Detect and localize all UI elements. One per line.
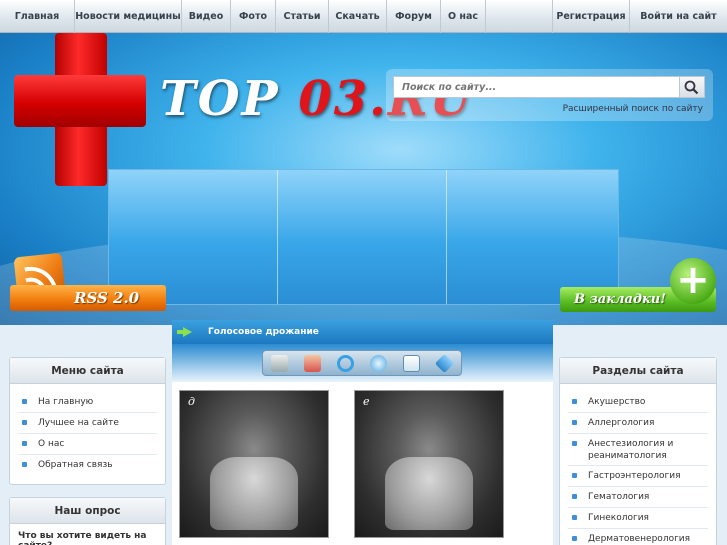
article-toolbar	[262, 350, 462, 376]
window-icon[interactable]	[403, 355, 420, 372]
menu-item-best[interactable]: Лучшее на сайте	[18, 413, 157, 434]
header-banner	[108, 169, 619, 305]
nav-medical-news[interactable]: Новости медицины	[75, 0, 182, 33]
nav-video[interactable]: Видео	[182, 0, 231, 33]
refresh-icon[interactable]	[337, 355, 354, 372]
advanced-search-link[interactable]: Расширенный поиск по сайту	[563, 104, 703, 114]
arrow-right-icon	[177, 327, 192, 337]
user-icon[interactable]	[304, 355, 321, 372]
photo-label: е	[363, 395, 370, 408]
search-icon	[684, 80, 699, 95]
print-icon[interactable]	[271, 355, 288, 372]
section-item[interactable]: Аллергология	[568, 413, 708, 434]
photo-hands	[384, 456, 474, 530]
site-menu-box: Меню сайта На главную Лучшее на сайте О …	[9, 357, 166, 485]
section-item[interactable]: Гастроэнтерология	[568, 466, 708, 487]
tag-icon[interactable]	[434, 353, 455, 374]
poll-box: Наш опрос Что вы хотите видеть на сайте?	[9, 497, 166, 545]
main-content: Голосовое дрожание д е	[172, 320, 553, 545]
article-toolbar-area	[172, 344, 553, 382]
photo-label: д	[188, 395, 195, 408]
article-title-bar: Голосовое дрожание	[172, 320, 553, 344]
menu-item-about[interactable]: О нас	[18, 434, 157, 455]
banner-cell	[278, 170, 447, 304]
nav-home[interactable]: Главная	[0, 0, 75, 33]
search-button[interactable]	[679, 76, 705, 98]
section-item[interactable]: Гематология	[568, 487, 708, 508]
section-item[interactable]: Анестезиология и реаниматология	[568, 434, 708, 466]
search-panel: Расширенный поиск по сайту	[386, 69, 713, 121]
photo-hands	[209, 456, 299, 530]
nav-photo[interactable]: Фото	[231, 0, 276, 33]
menu-item-feedback[interactable]: Обратная связь	[18, 455, 157, 476]
sections-box: Разделы сайта Акушерство Аллергология Ан…	[559, 357, 717, 545]
nav-download[interactable]: Скачать	[329, 0, 387, 33]
nav-about[interactable]: О нас	[441, 0, 486, 33]
logo-text-top: TOP	[160, 71, 299, 127]
section-item[interactable]: Гинекология	[568, 508, 708, 529]
search-input[interactable]	[393, 76, 679, 98]
article-photo: д	[179, 390, 329, 538]
menu-item-home[interactable]: На главную	[18, 392, 157, 413]
poll-title: Наш опрос	[10, 498, 165, 524]
section-item[interactable]: Дерматовенерология	[568, 529, 708, 545]
nav-forum[interactable]: Форум	[387, 0, 441, 33]
nav-articles[interactable]: Статьи	[276, 0, 329, 33]
article-photo: е	[354, 390, 504, 538]
nav-register[interactable]: Регистрация	[552, 0, 630, 33]
poll-question: Что вы хотите видеть на сайте?	[18, 531, 147, 545]
plus-icon: +	[670, 258, 716, 304]
comment-icon[interactable]	[370, 355, 387, 372]
top-navigation: Главная Новости медицины Видео Фото Стат…	[0, 0, 727, 33]
bookmarks-link[interactable]: В закладки! +	[560, 258, 718, 312]
section-item[interactable]: Акушерство	[568, 392, 708, 413]
site-menu-title: Меню сайта	[10, 358, 165, 384]
nav-login[interactable]: Войти на сайт	[630, 0, 727, 33]
logo-cross-horizontal	[14, 75, 146, 127]
rss-feed-link[interactable]: RSS 2.0	[10, 252, 166, 311]
article-title[interactable]: Голосовое дрожание	[208, 327, 319, 337]
sections-title: Разделы сайта	[560, 358, 716, 384]
rss-label: RSS 2.0	[10, 285, 166, 311]
